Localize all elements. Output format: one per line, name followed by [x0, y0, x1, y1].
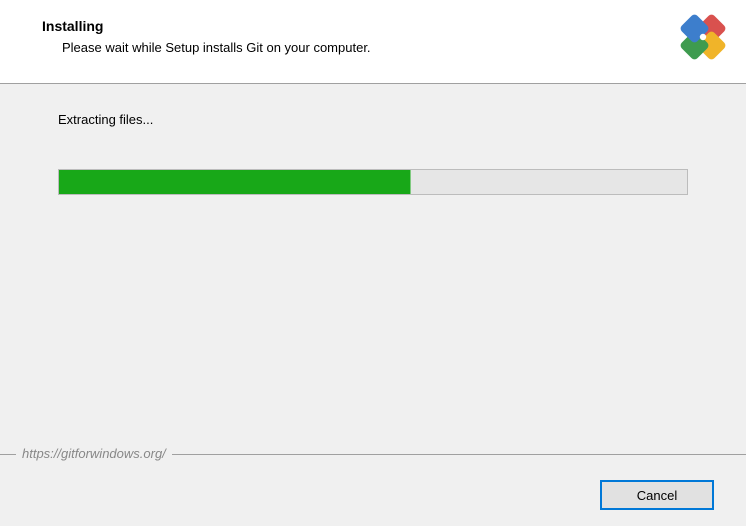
cancel-button[interactable]: Cancel	[600, 480, 714, 510]
button-row: Cancel	[600, 480, 714, 510]
installer-header: Installing Please wait while Setup insta…	[0, 0, 746, 84]
installer-footer: https://gitforwindows.org/ Cancel	[0, 454, 746, 526]
header-title: Installing	[42, 18, 746, 34]
progress-bar	[58, 169, 688, 195]
progress-fill	[59, 170, 411, 194]
git-windows-logo-icon	[678, 12, 728, 62]
status-text: Extracting files...	[58, 112, 688, 127]
installer-body: Extracting files...	[0, 84, 746, 195]
footer-url[interactable]: https://gitforwindows.org/	[16, 446, 172, 461]
header-subtitle: Please wait while Setup installs Git on …	[62, 40, 746, 55]
